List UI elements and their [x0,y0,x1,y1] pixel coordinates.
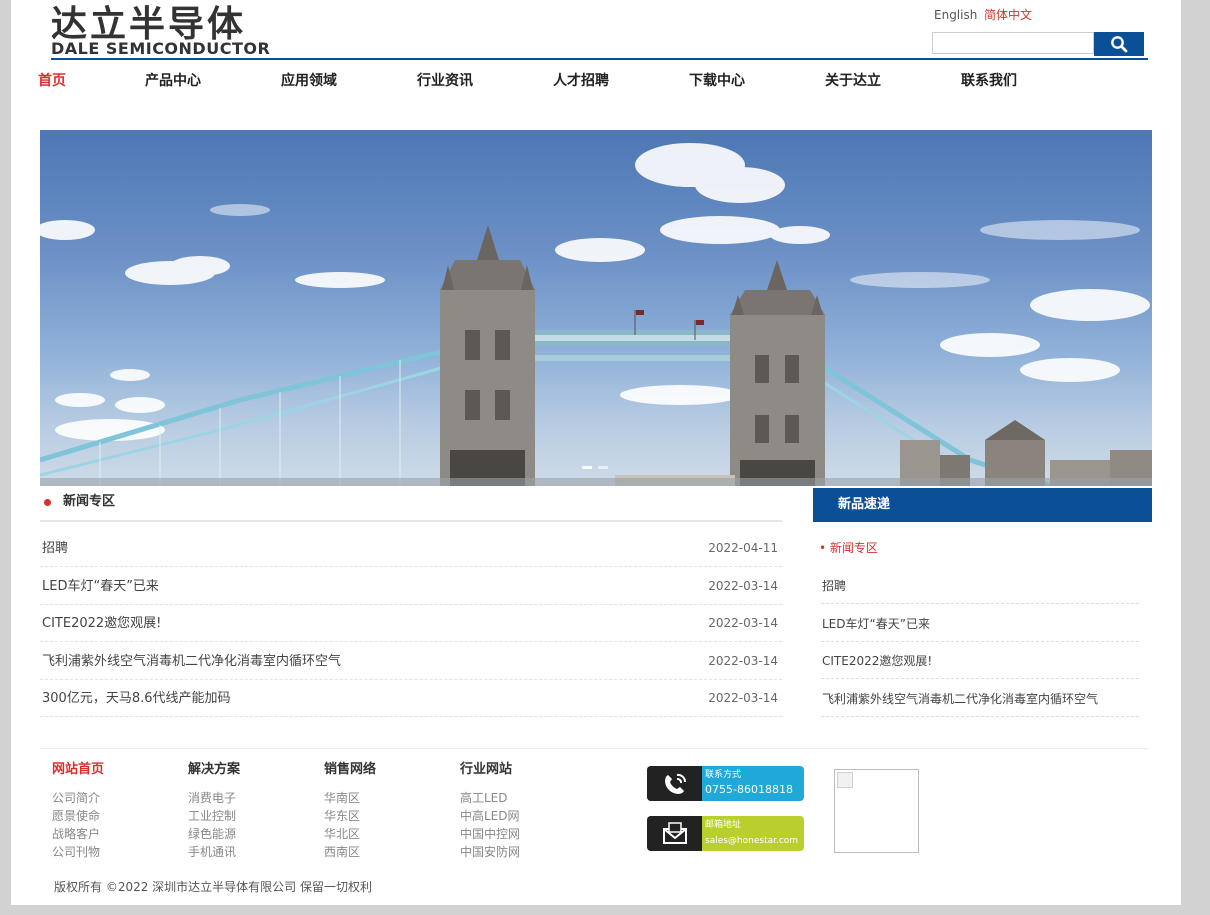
footer-link[interactable]: 公司简介 [52,789,104,807]
footer-heading[interactable]: 网站首页 [52,762,104,778]
nav-item-applications[interactable]: 应用领域 [281,72,337,90]
footer-link[interactable]: 华东区 [324,807,376,825]
footer-link[interactable]: 华北区 [324,825,376,843]
logo[interactable]: 达立半导体 DALE SEMICONDUCTOR [51,6,271,58]
footer-column-industry-sites: 行业网站 高工LED 中高LED网 中国中控网 中国安防网 [460,762,520,861]
list-item[interactable]: LED车灯“春天”已来 [821,605,1139,642]
search-icon [1111,36,1128,53]
footer-link[interactable]: 工业控制 [188,807,240,825]
carousel-dot-1[interactable] [582,466,592,469]
banner-image [40,143,1152,486]
contact-email-value: sales@honestar.com [705,836,799,846]
footer-link[interactable]: 绿色能源 [188,825,240,843]
qr-code-placeholder [834,769,919,853]
news-item-title[interactable]: 300亿元，天马8.6代线产能加码 [42,691,231,707]
mail-icon [647,816,702,851]
news-item-title[interactable]: CITE2022邀您观展! [42,616,161,632]
list-item-title[interactable]: 飞利浦紫外线空气消毒机二代净化消毒室内循环空气 [822,692,1098,706]
contact-phone-value: 0755-86018818 [705,783,793,796]
news-item[interactable]: 招聘 2022-04-11 [40,530,782,567]
nav-item-contact[interactable]: 联系我们 [961,72,1017,90]
contact-email-label: 邮箱地址 [705,820,742,830]
footer-link[interactable]: 愿景使命 [52,807,104,825]
hero-banner[interactable] [40,130,1152,486]
news-item-date: 2022-04-11 [708,541,778,555]
footer-divider [40,748,1148,749]
footer-link[interactable]: 西南区 [324,843,376,861]
search-button[interactable] [1094,32,1144,56]
phone-icon [647,766,702,801]
new-products-title: 新品速递 [838,497,891,512]
nav-item-downloads[interactable]: 下载中心 [689,72,745,90]
list-item-title[interactable]: 招聘 [822,579,846,593]
search-input[interactable] [932,32,1094,54]
logo-en-text: DALE SEMICONDUCTOR [51,39,271,58]
footer-heading[interactable]: 销售网络 [324,762,376,778]
contact-phone-label: 联系方式 [705,770,742,780]
news-item-date: 2022-03-14 [708,578,778,593]
footer-link[interactable]: 消费电子 [188,789,240,807]
news-item-title[interactable]: LED车灯“春天”已来 [42,579,159,595]
footer-link[interactable]: 公司刊物 [52,843,104,861]
bullet-dot-icon [44,499,51,506]
nav-item-home[interactable]: 首页 [38,72,66,90]
list-item[interactable]: CITE2022邀您观展! [821,642,1139,680]
contact-phone-badge[interactable]: 联系方式 0755-86018818 [647,766,804,801]
contact-email-badge[interactable]: 邮箱地址 sales@honestar.com [647,816,804,851]
nav-item-products[interactable]: 产品中心 [145,72,201,90]
list-item-title[interactable]: CITE2022邀您观展! [822,654,932,668]
news-item-title[interactable]: 招聘 [42,541,68,557]
news-list: 招聘 2022-04-11 LED车灯“春天”已来 2022-03-14 CIT… [40,530,782,718]
nav-item-careers[interactable]: 人才招聘 [553,72,609,90]
header-divider [51,58,1148,60]
news-item-date: 2022-03-14 [708,653,778,668]
news-item[interactable]: 飞利浦紫外线空气消毒机二代净化消毒室内循环空气 2022-03-14 [40,643,782,680]
list-item[interactable]: 招聘 [821,567,1139,604]
news-item-title[interactable]: 飞利浦紫外线空气消毒机二代净化消毒室内循环空气 [42,654,341,670]
news-item-date: 2022-03-14 [708,616,778,631]
footer-column-home: 网站首页 公司简介 愿景使命 战略客户 公司刊物 [52,762,104,861]
news-section-header: 新闻专区 [40,492,782,522]
news-item[interactable]: LED车灯“春天”已来 2022-03-14 [40,568,782,605]
list-item-title[interactable]: LED车灯“春天”已来 [822,617,930,631]
footer-link[interactable]: 战略客户 [52,825,104,843]
carousel-dot-2[interactable] [598,466,608,469]
footer-link[interactable]: 中高LED网 [460,807,520,825]
footer-link[interactable]: 高工LED [460,789,520,807]
footer-column-solutions: 解决方案 消费电子 工业控制 绿色能源 手机通讯 [188,762,240,861]
footer-link[interactable]: 华南区 [324,789,376,807]
footer-heading[interactable]: 解决方案 [188,762,240,778]
page: 达立半导体 DALE SEMICONDUCTOR English 简体中文 首页… [11,0,1181,905]
nav-item-industry-news[interactable]: 行业资讯 [417,72,473,90]
new-products-list: 招聘 LED车灯“春天”已来 CITE2022邀您观展! 飞利浦紫外线空气消毒机… [821,567,1139,718]
footer-link[interactable]: 中国安防网 [460,843,520,861]
news-item[interactable]: CITE2022邀您观展! 2022-03-14 [40,605,782,643]
new-products-header: 新品速递 [813,488,1152,522]
lang-english-link[interactable]: English [934,8,977,22]
main-nav: 首页 产品中心 应用领域 行业资讯 人才招聘 下载中心 关于达立 联系我们 [11,72,1181,92]
footer-column-sales: 销售网络 华南区 华东区 华北区 西南区 [324,762,376,861]
carousel-dots [582,466,608,469]
news-item[interactable]: 300亿元，天马8.6代线产能加码 2022-03-14 [40,680,782,718]
footer-heading[interactable]: 行业网站 [460,762,520,778]
news-section-title: 新闻专区 [63,494,116,509]
list-item[interactable]: 飞利浦紫外线空气消毒机二代净化消毒室内循环空气 [821,680,1139,718]
broken-image-icon [837,772,853,788]
copyright-text: 版权所有 ©2022 深圳市达立半导体有限公司 保留一切权利 [54,880,372,894]
footer-link[interactable]: 手机通讯 [188,843,240,861]
lang-chinese-link[interactable]: 简体中文 [984,8,1032,22]
nav-item-about[interactable]: 关于达立 [825,72,881,90]
footer-link[interactable]: 中国中控网 [460,825,520,843]
new-products-subtitle[interactable]: • 新闻专区 [819,541,878,555]
news-item-date: 2022-03-14 [708,691,778,706]
